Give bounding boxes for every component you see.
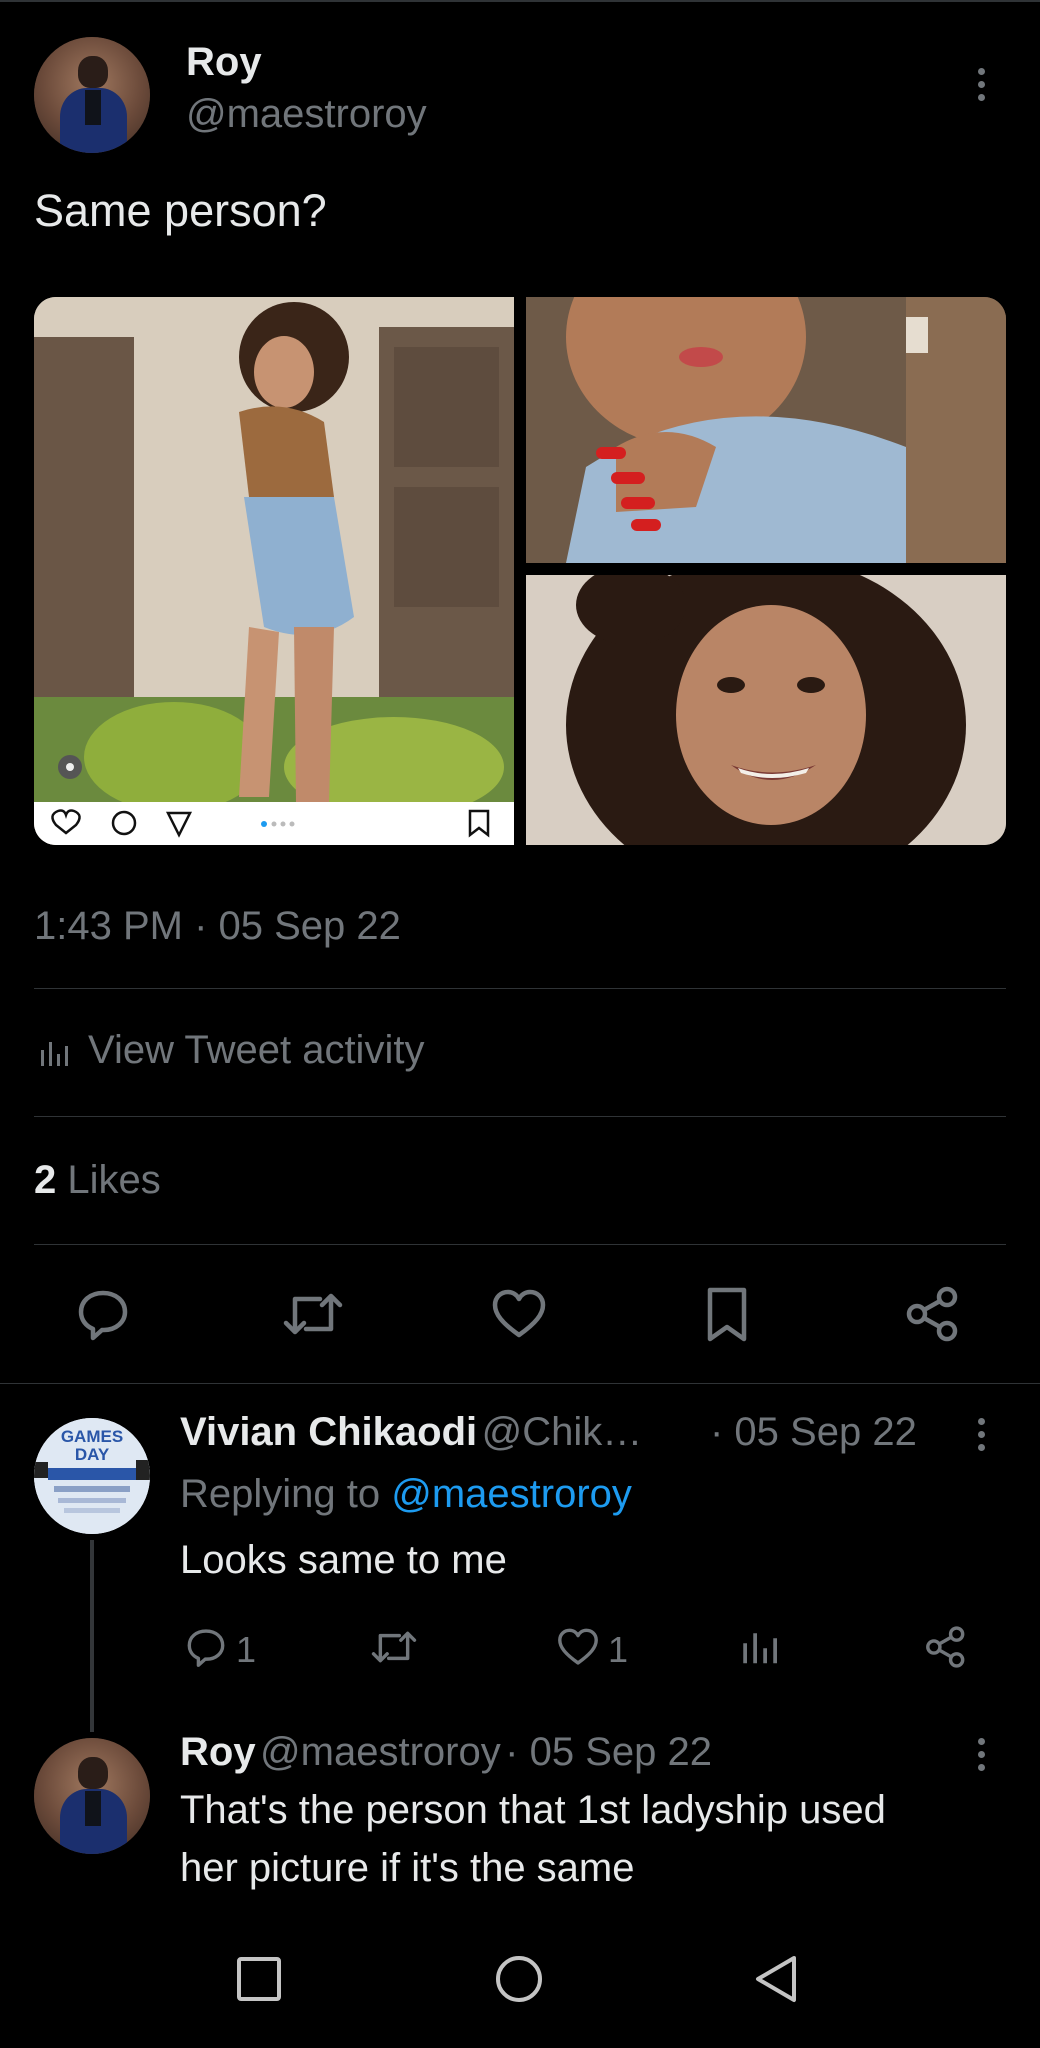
author-avatar[interactable] bbox=[34, 37, 150, 153]
home-button[interactable] bbox=[494, 1954, 544, 2004]
retweet-button[interactable] bbox=[282, 1285, 344, 1343]
reply-icon bbox=[78, 1290, 128, 1341]
reply-avatar[interactable] bbox=[34, 1738, 150, 1854]
replying-to-handle[interactable]: @maestroroy bbox=[391, 1472, 632, 1516]
reply-author-handle[interactable]: @maestroroy bbox=[260, 1730, 501, 1774]
more-icon[interactable] bbox=[978, 1738, 988, 1777]
media-image-1[interactable] bbox=[34, 297, 514, 845]
reply-avatar[interactable]: GAMES DAY bbox=[34, 1418, 150, 1534]
reply-header: Roy @maestroroy · 05 Sep 22 bbox=[180, 1730, 712, 1775]
share-button[interactable] bbox=[904, 1285, 962, 1343]
recent-apps-button[interactable] bbox=[236, 1956, 282, 2002]
divider bbox=[34, 1244, 1006, 1245]
author-handle[interactable]: @maestroroy bbox=[186, 92, 427, 137]
reply-analytics-button[interactable] bbox=[742, 1628, 782, 1671]
reply-avatar-text: GAMES DAY bbox=[60, 1427, 124, 1464]
divider bbox=[0, 1383, 1040, 1384]
analytics-icon bbox=[743, 1633, 777, 1664]
reply-text-line-2: her picture if it's the same bbox=[180, 1846, 635, 1890]
thread-line bbox=[90, 1540, 94, 1732]
reply-icon bbox=[187, 1629, 225, 1667]
tweet-text: Same person? bbox=[34, 185, 327, 236]
bookmark-icon bbox=[707, 1287, 747, 1342]
tweet-activity-label: View Tweet activity bbox=[88, 1028, 425, 1072]
share-icon bbox=[906, 1286, 958, 1342]
likes-label: Likes bbox=[67, 1158, 161, 1202]
share-icon bbox=[926, 1626, 965, 1668]
circle-icon bbox=[496, 1956, 542, 2002]
reply-like-count: 1 bbox=[608, 1629, 629, 1670]
back-button[interactable] bbox=[752, 1954, 800, 2004]
divider bbox=[34, 1116, 1006, 1117]
triangle-back-icon bbox=[756, 1956, 796, 2002]
likes-count: 2 bbox=[34, 1158, 57, 1202]
likes-summary[interactable]: 2 Likes bbox=[34, 1158, 161, 1203]
reply-date[interactable]: · 05 Sep 22 bbox=[710, 1410, 917, 1455]
more-icon[interactable] bbox=[978, 68, 988, 107]
reply-author-handle[interactable]: @Chik… bbox=[482, 1410, 643, 1454]
reply-author-name[interactable]: Roy bbox=[180, 1730, 256, 1774]
analytics-icon bbox=[41, 1042, 68, 1066]
replying-prefix: Replying to bbox=[180, 1472, 381, 1516]
reply-share-button[interactable] bbox=[924, 1625, 968, 1674]
author-name[interactable]: Roy bbox=[186, 40, 262, 85]
replying-to: Replying to @maestroroy bbox=[180, 1472, 632, 1517]
top-border bbox=[0, 0, 1040, 2]
retweet-icon bbox=[283, 1293, 343, 1335]
reply-retweet-button[interactable] bbox=[370, 1625, 418, 1674]
media-image-2[interactable] bbox=[526, 297, 1006, 563]
reply-author-name[interactable]: Vivian Chikaodi bbox=[180, 1410, 477, 1454]
reply-button[interactable] bbox=[74, 1285, 132, 1343]
square-icon bbox=[237, 1957, 281, 2001]
more-icon[interactable] bbox=[978, 1418, 988, 1457]
like-button[interactable] bbox=[490, 1285, 548, 1343]
divider bbox=[34, 988, 1006, 989]
bookmark-button[interactable] bbox=[698, 1285, 756, 1343]
reply-date[interactable]: · 05 Sep 22 bbox=[505, 1730, 712, 1774]
heart-icon bbox=[558, 1628, 598, 1665]
reply-text: Looks same to me bbox=[180, 1538, 507, 1582]
reply-count: 1 bbox=[236, 1629, 257, 1670]
reply-text-line-1: That's the person that 1st ladyship used bbox=[180, 1788, 886, 1832]
media-image-3[interactable] bbox=[526, 575, 1006, 845]
heart-icon bbox=[492, 1289, 546, 1338]
tweet-timestamp: 1:43 PM · 05 Sep 22 bbox=[34, 904, 401, 948]
retweet-icon bbox=[371, 1631, 417, 1663]
